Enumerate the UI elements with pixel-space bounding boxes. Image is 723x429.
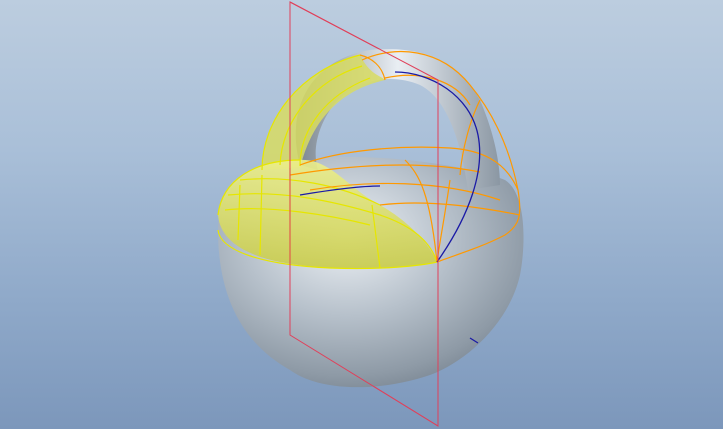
model-canvas[interactable] xyxy=(0,0,723,429)
graphics-viewport[interactable] xyxy=(0,0,723,429)
